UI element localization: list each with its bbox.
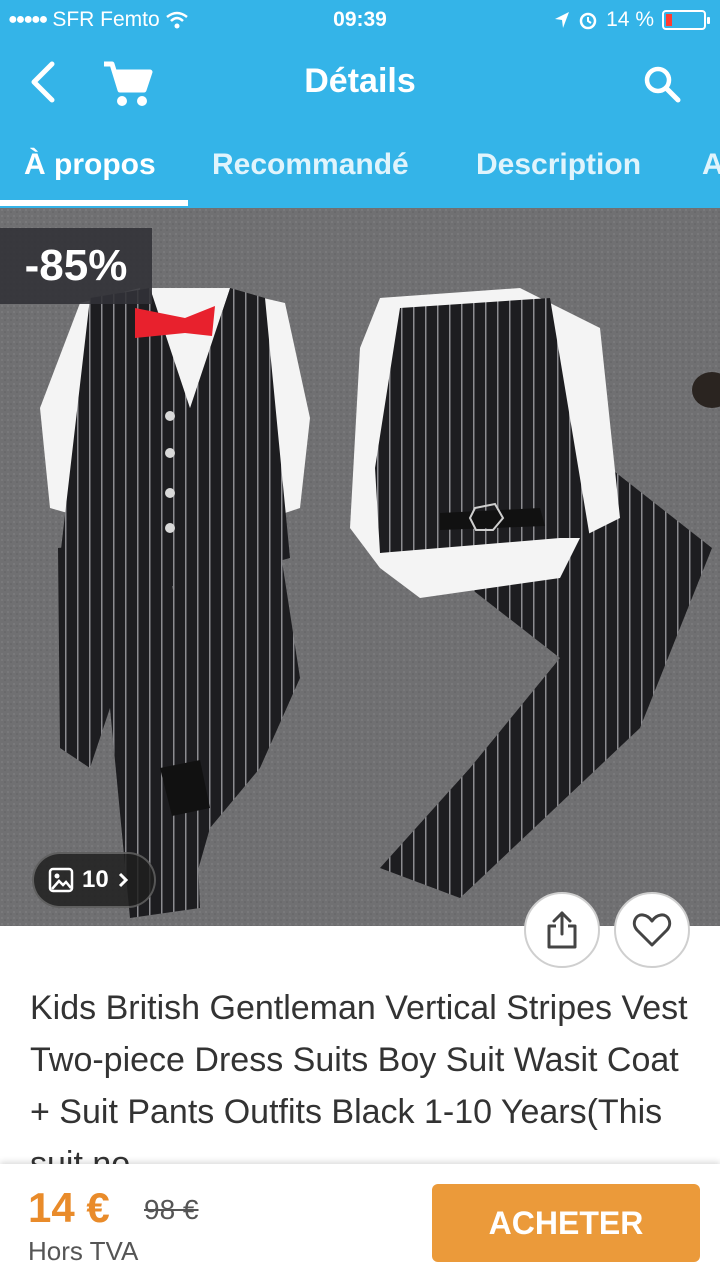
tab-description[interactable]: Description — [476, 148, 641, 182]
discount-badge: -85% — [0, 228, 152, 304]
location-icon — [555, 12, 570, 28]
tab-bar: À propos Recommandé Description A — [0, 130, 720, 208]
current-price: 14 € — [28, 1184, 110, 1231]
search-icon — [644, 66, 681, 103]
app-header: Détails — [0, 40, 720, 130]
tab-next-partial[interactable]: A — [702, 148, 720, 182]
product-title: Kids British Gentleman Vertical Stripes … — [30, 989, 688, 1183]
tab-a-propos[interactable]: À propos — [24, 148, 156, 182]
buy-button[interactable]: ACHETER — [432, 1184, 700, 1262]
tax-note: Hors TVA — [28, 1236, 139, 1266]
favorite-button[interactable] — [614, 892, 690, 968]
chevron-right-icon — [118, 872, 128, 888]
share-button[interactable] — [524, 892, 600, 968]
active-tab-indicator — [0, 200, 188, 206]
status-right: 14 % — [554, 8, 710, 32]
heart-icon — [632, 913, 672, 947]
gallery-count-button[interactable]: 10 — [32, 852, 156, 908]
original-price: 98 € — [144, 1194, 199, 1225]
purchase-bar: 14 € 98 € Hors TVA ACHETER — [0, 1164, 720, 1280]
battery-icon — [662, 10, 710, 30]
product-photo — [0, 208, 720, 926]
product-image[interactable] — [0, 208, 720, 926]
image-count: 10 — [82, 866, 109, 893]
alarm-icon — [579, 12, 597, 30]
page-title: Détails — [304, 62, 416, 100]
battery-percent: 14 % — [606, 8, 654, 31]
search-button[interactable] — [640, 62, 684, 106]
image-icon — [48, 867, 74, 893]
share-icon — [547, 911, 577, 949]
tab-recommande[interactable]: Recommandé — [212, 148, 409, 182]
status-bar: ●●●●● SFR Femto 09:39 14 % — [0, 0, 720, 40]
